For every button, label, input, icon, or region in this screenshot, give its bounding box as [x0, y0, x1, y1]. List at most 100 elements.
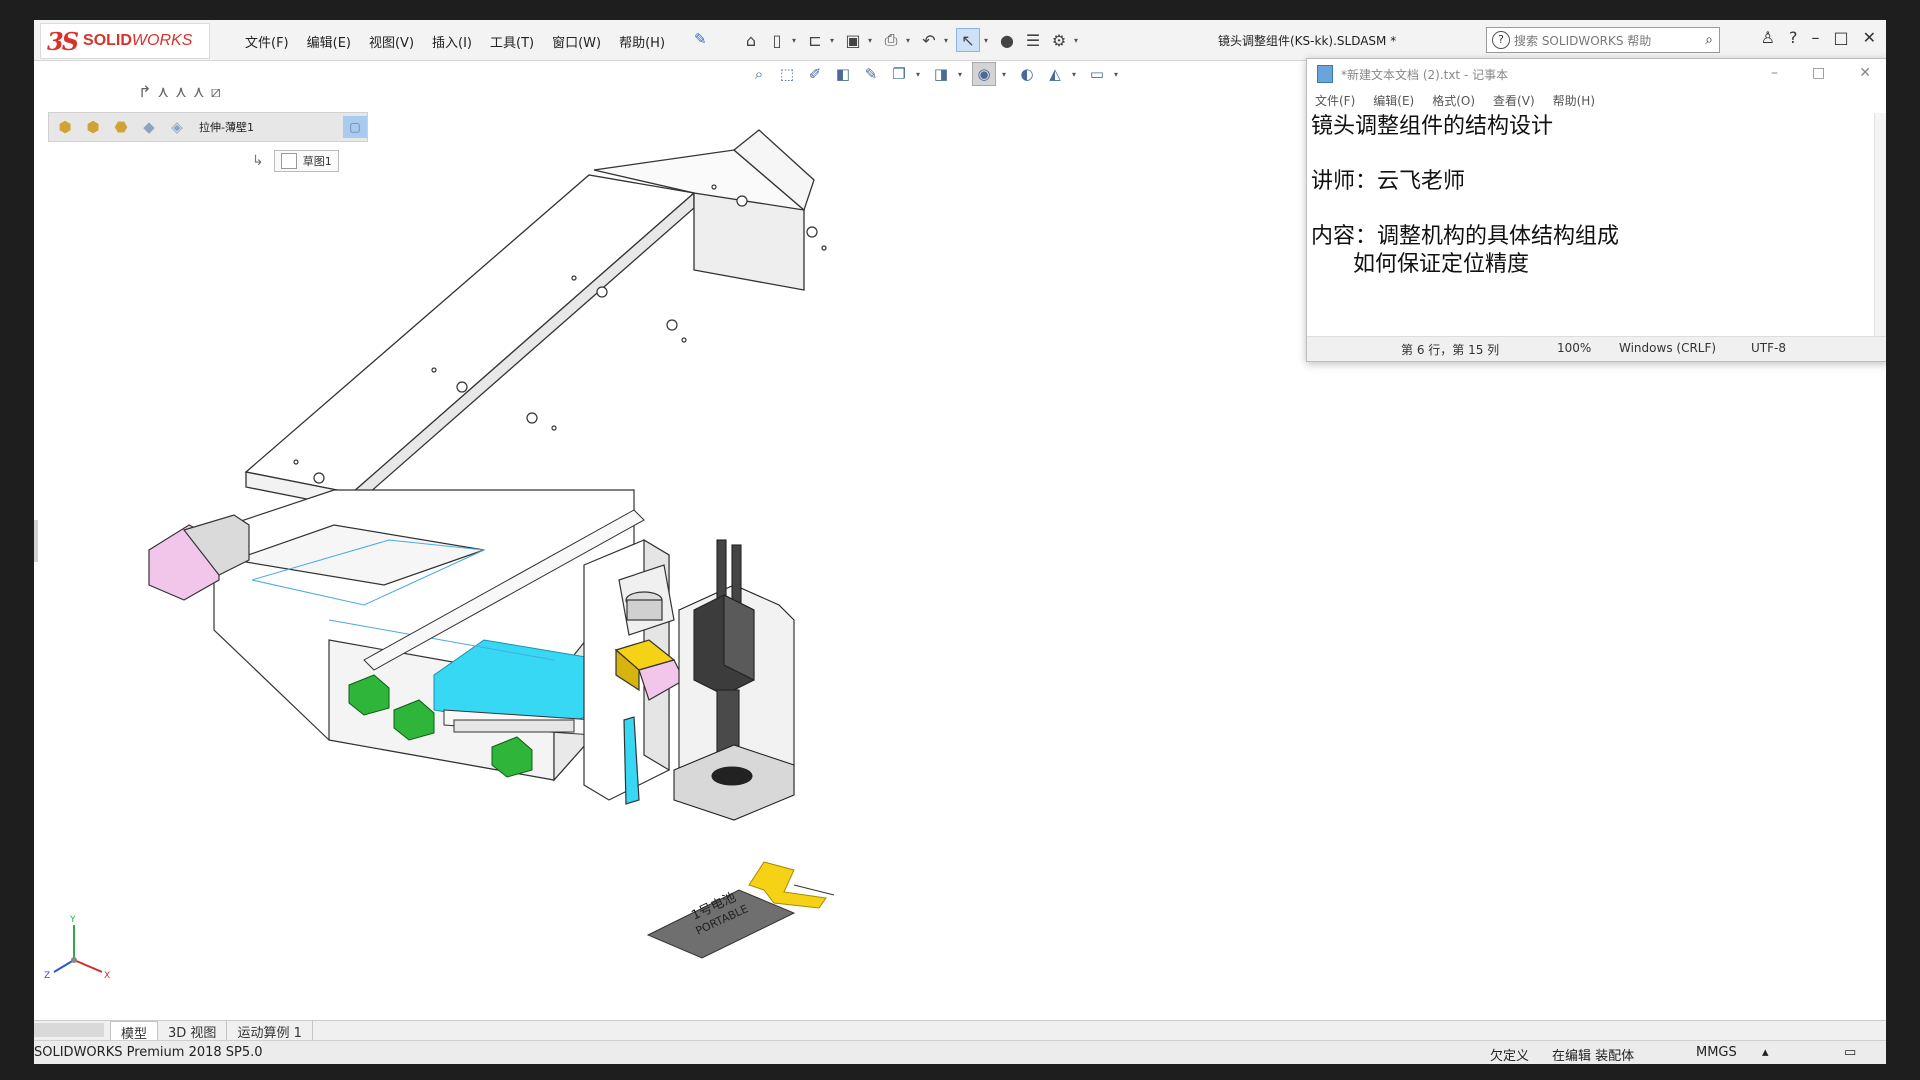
file-properties-icon[interactable]: ☰	[1022, 29, 1044, 51]
zoom-to-area-icon[interactable]: ⬚	[776, 63, 798, 85]
sketch-icon	[280, 153, 297, 169]
sketch-tool-3-icon[interactable]: ⋏	[193, 82, 205, 102]
scene-dropdown-icon[interactable]: ▾	[1072, 70, 1080, 79]
save-icon[interactable]: ▣	[842, 29, 864, 51]
close-icon[interactable]: ✕	[1863, 28, 1876, 47]
sketch-tool-icon[interactable]: ⋏	[157, 82, 169, 102]
notepad-scrollbar[interactable]	[1874, 113, 1886, 337]
view-settings-dropdown-icon[interactable]: ▾	[1114, 70, 1122, 79]
help-search-box[interactable]: ? 搜索 SOLIDWORKS 帮助 ⌕	[1486, 27, 1720, 53]
orientation-dropdown-icon[interactable]: ▾	[916, 70, 924, 79]
select-pointer-icon[interactable]: ↖	[956, 28, 980, 52]
cursor-arrow-icon: ↳	[252, 153, 264, 169]
top-plate	[244, 129, 815, 510]
flyout-tool-row: ↱ ⋏ ⋏ ⋏ ⧄	[138, 82, 221, 102]
restore-icon[interactable]: □	[1833, 28, 1848, 47]
smart-dimension-icon[interactable]: ⧄	[211, 82, 221, 102]
component-icon[interactable]: ⬢	[83, 117, 103, 137]
units-dropdown-icon[interactable]: ▴	[1762, 1045, 1769, 1060]
sketch-item[interactable]: 草图1	[273, 150, 339, 172]
help-icon[interactable]: ?	[1789, 28, 1798, 47]
arrow-expand-icon[interactable]: ↱	[138, 82, 151, 102]
new-dropdown-icon[interactable]: ▾	[792, 36, 800, 45]
sketch-tool-2-icon[interactable]: ⋏	[175, 82, 187, 102]
feature-label[interactable]: 拉伸-薄壁1	[199, 119, 254, 135]
triad-y-label: Y	[69, 915, 76, 925]
hide-show-dropdown-icon[interactable]: ▾	[1002, 70, 1010, 79]
rails	[363, 509, 645, 736]
battery-label-line2: PORTABLE	[694, 902, 750, 938]
np-menu-edit[interactable]: 编辑(E)	[1373, 92, 1414, 109]
menu-window[interactable]: 窗口(W)	[543, 30, 610, 53]
assembly-icon[interactable]: ⬢	[55, 117, 75, 137]
notepad-maximize-icon[interactable]: □	[1812, 65, 1825, 81]
minimize-icon[interactable]: –	[1811, 28, 1819, 47]
notepad-window: *新建文本文档 (2).txt - 记事本 – □ ✕ 文件(F) 编辑(E) …	[1306, 58, 1886, 362]
selected-feature-icon[interactable]: ▢	[343, 116, 367, 138]
print-dropdown-icon[interactable]: ▾	[906, 36, 914, 45]
body-icon[interactable]: ◆	[139, 117, 159, 137]
menu-edit[interactable]: 编辑(E)	[298, 30, 360, 53]
logo-solid-text: SOLID	[83, 32, 132, 49]
options-dropdown-icon[interactable]: ▾	[1074, 36, 1082, 45]
text-line: 如何保证定位精度	[1311, 252, 1529, 277]
notepad-close-icon[interactable]: ✕	[1859, 65, 1871, 81]
feature-tree-flyout: ⬢ ⬢ ⬣ ◆ ◈ 拉伸-薄壁1 ▢	[48, 112, 368, 142]
dynamic-annotation-icon[interactable]: ✎	[860, 63, 882, 85]
display-style-icon[interactable]: ◨	[930, 63, 952, 85]
search-placeholder: 搜索 SOLIDWORKS 帮助	[1514, 33, 1652, 48]
np-menu-view[interactable]: 查看(V)	[1493, 92, 1535, 109]
extrude-feature-icon[interactable]: ◈	[167, 117, 187, 137]
menu-view[interactable]: 视图(V)	[360, 30, 423, 53]
battery-part	[646, 861, 835, 959]
user-account-icon[interactable]: ♙	[1761, 28, 1775, 47]
triad-z-label: Z	[44, 971, 50, 981]
main-menu: 文件(F) 编辑(E) 视图(V) 插入(I) 工具(T) 窗口(W) 帮助(H…	[236, 30, 674, 53]
apply-scene-icon[interactable]: ◭	[1044, 63, 1066, 85]
vertical-slide	[583, 538, 685, 805]
base-block	[213, 489, 635, 782]
text-line: 镜头调整组件的结构设计	[1311, 114, 1554, 139]
view-orientation-icon[interactable]: ❐	[888, 63, 910, 85]
save-dropdown-icon[interactable]: ▾	[868, 36, 876, 45]
display-dropdown-icon[interactable]: ▾	[958, 70, 966, 79]
options-gear-icon[interactable]: ⚙	[1048, 29, 1070, 51]
notepad-text-area[interactable]: 镜头调整组件的结构设计 讲师：云飞老师 内容：调整机构的具体结构组成 如何保证定…	[1311, 113, 1873, 337]
menu-file[interactable]: 文件(F)	[236, 30, 298, 53]
open-folder-icon[interactable]: ⊏	[804, 29, 826, 51]
np-menu-format[interactable]: 格式(O)	[1432, 92, 1475, 109]
search-icon[interactable]: ⌕	[1705, 32, 1713, 48]
previous-view-icon[interactable]: ✐	[804, 63, 826, 85]
menu-insert[interactable]: 插入(I)	[423, 30, 481, 53]
traffic-light-icon[interactable]: ●	[996, 29, 1018, 51]
edit-appearance-icon[interactable]: ◐	[1016, 63, 1038, 85]
status-bar: SOLIDWORKS Premium 2018 SP5.0 欠定义 在编辑 装配…	[34, 1040, 1886, 1064]
view-settings-icon[interactable]: ▭	[1086, 63, 1108, 85]
menu-help[interactable]: 帮助(H)	[610, 30, 674, 53]
unit-system[interactable]: MMGS	[1696, 1045, 1737, 1060]
home-icon[interactable]: ⌂	[740, 29, 762, 51]
select-dropdown-icon[interactable]: ▾	[984, 36, 992, 45]
np-menu-help[interactable]: 帮助(H)	[1553, 92, 1595, 109]
pin-menu-icon[interactable]: ✎	[694, 30, 707, 48]
text-line: 内容：调整机构的具体结构组成	[1311, 224, 1620, 249]
part-icon[interactable]: ⬣	[111, 117, 131, 137]
np-menu-file[interactable]: 文件(F)	[1315, 92, 1355, 109]
undo-icon[interactable]: ↶	[918, 29, 940, 51]
definition-state: 欠定义	[1490, 1049, 1530, 1064]
green-clamps	[348, 674, 533, 778]
tab-scroll-arrows[interactable]	[34, 1023, 104, 1037]
section-view-icon[interactable]: ◧	[832, 63, 854, 85]
notepad-minimize-icon[interactable]: –	[1771, 65, 1778, 81]
hide-show-items-icon[interactable]: ◉	[972, 62, 996, 86]
new-document-icon[interactable]: ▯	[766, 29, 788, 51]
panel-collapse-handle[interactable]	[34, 520, 38, 562]
solidworks-logo[interactable]: 3S SOLIDWORKS	[40, 23, 210, 59]
menu-tools[interactable]: 工具(T)	[481, 30, 543, 53]
zoom-to-fit-icon[interactable]: ⌕	[748, 63, 770, 85]
chat-bubble-icon[interactable]: ▭	[1844, 1045, 1856, 1060]
window-controls: ♙ ? – □ ✕	[1761, 28, 1876, 47]
open-dropdown-icon[interactable]: ▾	[830, 36, 838, 45]
undo-dropdown-icon[interactable]: ▾	[944, 36, 952, 45]
print-icon[interactable]: ⎙	[880, 29, 902, 51]
